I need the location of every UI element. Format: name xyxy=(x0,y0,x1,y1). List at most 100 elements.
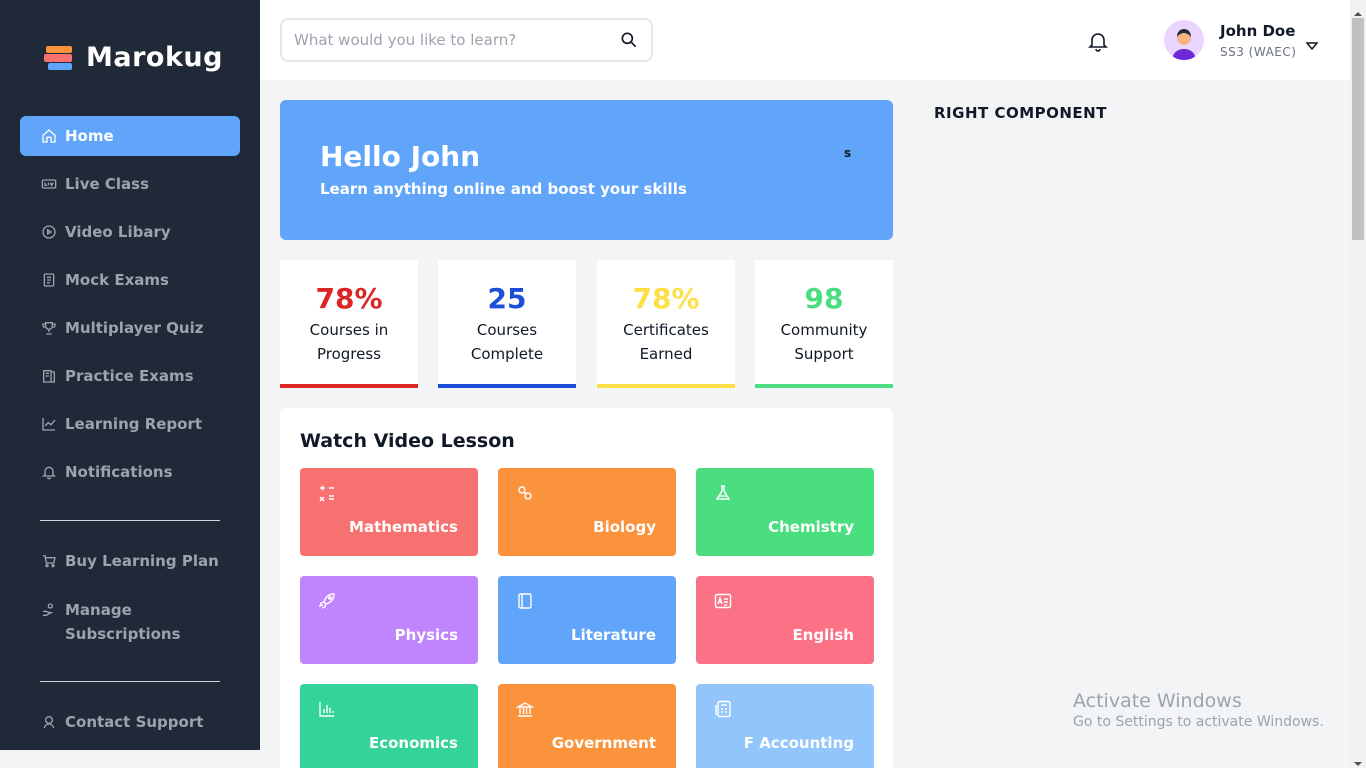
language-icon xyxy=(714,592,732,610)
sidebar-item-mock-exams[interactable]: Mock Exams xyxy=(20,260,240,300)
chevron-down-icon[interactable] xyxy=(1305,36,1319,51)
sidebar-item-label: Buy Learning Plan xyxy=(65,552,219,570)
stat-accent-bar xyxy=(280,384,418,388)
search-box xyxy=(280,18,653,62)
stat-accent-bar xyxy=(755,384,893,388)
stat-value: 78% xyxy=(315,282,383,315)
activation-message: Go to Settings to activate Windows. xyxy=(1073,714,1324,730)
scroll-down-icon[interactable] xyxy=(1353,754,1363,766)
book-icon xyxy=(516,592,534,610)
stat-card-community-support: 98 Community Support xyxy=(755,260,893,388)
notification-bell-icon[interactable] xyxy=(1086,29,1110,53)
stat-label-line2: Complete xyxy=(470,345,544,363)
stat-label-line1: Certificates xyxy=(623,321,709,339)
sidebar-item-learning-report[interactable]: Learning Report xyxy=(20,404,240,444)
stat-card-courses-complete: 25 Courses Complete xyxy=(438,260,576,388)
subject-name: Biology xyxy=(593,518,656,536)
top-header: John Doe SS3 (WAEC) xyxy=(260,0,1350,80)
subject-name: Chemistry xyxy=(768,518,854,536)
math-icon xyxy=(318,484,336,502)
sidebar-item-label: Video Libary xyxy=(65,223,171,241)
live-icon xyxy=(40,175,58,193)
video-lessons-panel: Watch Video Lesson Mathematics Biology C… xyxy=(280,408,893,768)
welcome-title: Hello John xyxy=(320,140,481,173)
subscription-icon xyxy=(40,601,58,619)
bell-icon xyxy=(40,463,58,481)
cart-icon xyxy=(40,552,58,570)
subject-name: Government xyxy=(551,734,656,752)
chart-icon xyxy=(40,415,58,433)
sidebar-item-buy-learning-plan[interactable]: Buy Learning Plan xyxy=(20,541,240,581)
subject-name: F Accounting xyxy=(743,734,854,752)
avatar[interactable] xyxy=(1164,20,1204,60)
stat-value: 78% xyxy=(632,282,700,315)
stat-value: 25 xyxy=(487,282,527,315)
scrollbar-thumb[interactable] xyxy=(1352,18,1364,240)
sidebar-item-label: Home xyxy=(65,127,114,145)
sidebar-divider xyxy=(40,520,220,521)
sidebar-item-label: Practice Exams xyxy=(65,367,194,385)
flask-icon xyxy=(714,484,732,502)
windows-activation-watermark: Activate Windows Go to Settings to activ… xyxy=(1073,690,1324,730)
stat-label-line2: Progress xyxy=(316,345,381,363)
support-icon xyxy=(40,713,58,731)
sidebar-item-live-class[interactable]: Live Class xyxy=(20,164,240,204)
brand-name: Marokug xyxy=(86,42,223,73)
subject-card-economics[interactable]: Economics xyxy=(300,684,478,768)
subject-name: Literature xyxy=(571,626,656,644)
stat-accent-bar xyxy=(597,384,735,388)
welcome-subtitle: Learn anything online and boost your ski… xyxy=(320,180,687,198)
page-scrollbar[interactable] xyxy=(1350,0,1366,768)
stat-label-line1: Courses xyxy=(476,321,538,339)
sidebar-item-label: Notifications xyxy=(65,463,173,481)
scroll-up-icon[interactable] xyxy=(1353,4,1363,16)
trophy-icon xyxy=(40,319,58,337)
user-name[interactable]: John Doe xyxy=(1220,22,1295,40)
subject-card-f-accounting[interactable]: F Accounting xyxy=(696,684,874,768)
bar-chart-icon xyxy=(318,700,336,718)
building-icon xyxy=(515,700,535,718)
subject-name: English xyxy=(792,626,854,644)
subject-name: Mathematics xyxy=(349,518,458,536)
banner-badge-text: s xyxy=(844,146,852,160)
subject-card-government[interactable]: Government xyxy=(498,684,676,768)
sidebar-divider xyxy=(40,681,220,682)
video-icon xyxy=(40,223,58,241)
search-input[interactable] xyxy=(282,20,602,60)
sidebar-item-multiplayer-quiz[interactable]: Multiplayer Quiz xyxy=(20,308,240,348)
stat-label-line2: Support xyxy=(794,345,854,363)
right-component-title: RIGHT COMPONENT xyxy=(934,104,1107,122)
sidebar-item-notifications[interactable]: Notifications xyxy=(20,452,240,492)
sidebar-item-practice-exams[interactable]: Practice Exams xyxy=(20,356,240,396)
home-icon xyxy=(40,127,58,145)
sidebar-item-home[interactable]: Home xyxy=(20,116,240,156)
stat-card-courses-in-progress: 78% Courses in Progress xyxy=(280,260,418,388)
subject-card-chemistry[interactable]: Chemistry xyxy=(696,468,874,556)
document-icon xyxy=(40,271,58,289)
sidebar: Marokug Home Live Class Video Libary Moc… xyxy=(0,0,260,750)
sidebar-item-label: Mock Exams xyxy=(65,271,169,289)
subject-card-physics[interactable]: Physics xyxy=(300,576,478,664)
user-class: SS3 (WAEC) xyxy=(1220,45,1297,59)
sidebar-item-contact-support[interactable]: Contact Support xyxy=(20,702,240,742)
sidebar-item-label: Live Class xyxy=(65,175,150,193)
books-logo-icon xyxy=(44,43,74,73)
rocket-icon xyxy=(318,592,336,610)
stat-accent-bar xyxy=(438,384,576,388)
book-icon xyxy=(40,367,58,385)
stat-card-certificates-earned: 78% Certificates Earned xyxy=(597,260,735,388)
sidebar-item-label: Manage Subscriptions xyxy=(65,601,181,643)
sidebar-item-manage-subscriptions[interactable]: Manage Subscriptions xyxy=(20,594,240,650)
welcome-banner: Hello John Learn anything online and boo… xyxy=(280,100,893,240)
activation-title: Activate Windows xyxy=(1073,690,1242,712)
subject-card-biology[interactable]: Biology xyxy=(498,468,676,556)
brand[interactable]: Marokug xyxy=(44,42,223,73)
subject-card-english[interactable]: English xyxy=(696,576,874,664)
section-title: Watch Video Lesson xyxy=(300,430,515,452)
sidebar-item-video-libary[interactable]: Video Libary xyxy=(20,212,240,252)
search-icon[interactable] xyxy=(619,30,639,50)
subject-card-literature[interactable]: Literature xyxy=(498,576,676,664)
calculator-icon xyxy=(714,700,732,718)
subject-card-mathematics[interactable]: Mathematics xyxy=(300,468,478,556)
sidebar-item-label: Learning Report xyxy=(65,415,203,433)
